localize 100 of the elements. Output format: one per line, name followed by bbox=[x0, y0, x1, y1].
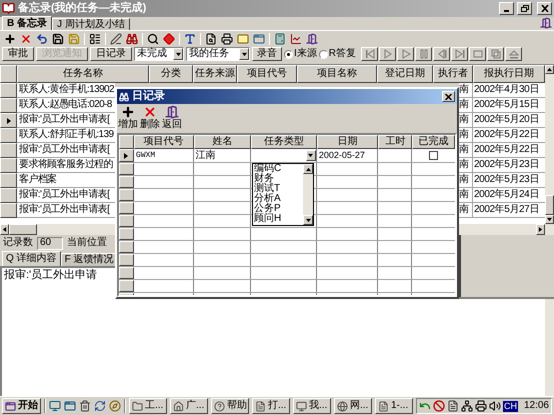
radio-button[interactable] bbox=[284, 50, 293, 58]
up-arrow-icon bbox=[547, 67, 552, 72]
toolbar-button[interactable]: 审批 bbox=[2, 47, 34, 61]
window-icon[interactable] bbox=[253, 32, 265, 44]
column-header[interactable]: 日期 bbox=[316, 135, 378, 149]
door-icon[interactable] bbox=[540, 17, 552, 29]
radio-label: R答复 bbox=[328, 49, 356, 59]
text-icon[interactable] bbox=[184, 32, 196, 44]
record-count-field: 60 bbox=[37, 236, 63, 250]
start-button[interactable]: 开始 bbox=[2, 398, 41, 414]
dialog-title: 日记录 bbox=[132, 91, 165, 102]
column-header[interactable]: 报执行日期 bbox=[473, 65, 545, 83]
clock: 12:06 bbox=[524, 401, 549, 411]
scrollbar-thumb[interactable] bbox=[545, 195, 554, 215]
scroll-arrow-button[interactable] bbox=[0, 224, 9, 235]
minimize-button[interactable] bbox=[499, 2, 514, 15]
row-pointer-icon bbox=[6, 118, 12, 124]
help-icon bbox=[214, 400, 225, 412]
column-header[interactable]: 项目名称 bbox=[297, 65, 377, 83]
column-header[interactable]: 姓名 bbox=[194, 135, 252, 149]
text-area[interactable]: 报审:'员工外出申请 bbox=[0, 266, 115, 299]
radio-label: I来源 bbox=[294, 49, 317, 59]
taskbar-button[interactable]: 网... bbox=[334, 398, 372, 414]
record-button[interactable]: 录音 bbox=[252, 47, 282, 61]
add-tool-button[interactable]: 增加 bbox=[118, 105, 138, 130]
play-icon bbox=[400, 48, 412, 60]
column-header[interactable]: 工时 bbox=[378, 135, 412, 149]
delete-tool-button[interactable]: 删除 bbox=[140, 105, 160, 130]
column-header[interactable]: 登记日期 bbox=[377, 65, 433, 83]
dropdown-field[interactable]: 未完成 bbox=[134, 47, 184, 61]
toolbar-button[interactable]: 日记录 bbox=[90, 47, 132, 61]
taskbar-button[interactable]: 我... bbox=[293, 398, 331, 414]
network-icon bbox=[461, 400, 473, 412]
tab[interactable]: J 周计划及小结 bbox=[52, 18, 130, 30]
undo-icon[interactable] bbox=[36, 32, 48, 44]
column-header[interactable]: 项目代号 bbox=[237, 65, 297, 83]
taskbar-button[interactable]: 1-... bbox=[375, 398, 413, 414]
scrollbar-thumb[interactable] bbox=[9, 224, 37, 235]
refresh-icon[interactable] bbox=[94, 400, 106, 412]
column-header[interactable]: 项目代号 bbox=[134, 135, 194, 149]
cross-icon[interactable] bbox=[20, 32, 32, 44]
taskbar-button[interactable]: 打... bbox=[252, 398, 290, 414]
window-title: 备忘录(我的任务—未完成) bbox=[18, 3, 146, 14]
close-button[interactable] bbox=[537, 2, 552, 15]
language-indicator[interactable]: CH bbox=[503, 400, 518, 412]
taskbar-button[interactable]: 工... bbox=[129, 398, 167, 414]
list-option[interactable]: 测试T bbox=[254, 184, 303, 194]
line-chart-icon[interactable] bbox=[290, 32, 302, 44]
scroll-arrow-button[interactable] bbox=[303, 164, 313, 174]
list-option[interactable]: 分析A bbox=[254, 194, 303, 204]
notebook-icon bbox=[2, 2, 15, 15]
prev-icon bbox=[436, 48, 448, 60]
back-tool-button[interactable]: 返回 bbox=[162, 105, 182, 130]
restore-button[interactable] bbox=[517, 2, 532, 15]
compass-icon[interactable] bbox=[109, 400, 121, 412]
scroll-arrow-button[interactable] bbox=[545, 215, 554, 224]
calculator-icon[interactable] bbox=[274, 32, 286, 44]
taskbar-button[interactable]: 帮助 bbox=[211, 398, 249, 414]
table-cell-text: 2002年5月15日 bbox=[473, 98, 540, 112]
last-icon bbox=[454, 48, 466, 60]
monitor-icon[interactable] bbox=[49, 400, 61, 412]
tab[interactable]: B 备忘录 bbox=[2, 16, 52, 30]
list-option[interactable]: 顾问H bbox=[254, 214, 303, 224]
row-pointer-icon bbox=[123, 152, 130, 158]
list-option[interactable]: 公务P bbox=[254, 204, 303, 214]
frame-icon bbox=[472, 48, 484, 60]
tab[interactable]: Q 详细内容 bbox=[2, 251, 61, 266]
window-icon[interactable] bbox=[64, 400, 76, 412]
scroll-arrow-button[interactable] bbox=[545, 65, 554, 74]
taskbar-button[interactable]: 广... bbox=[170, 398, 208, 414]
scroll-arrow-button[interactable] bbox=[536, 224, 545, 235]
column-header[interactable]: 已完成 bbox=[412, 135, 455, 149]
column-header[interactable]: 任务来源 bbox=[193, 65, 237, 83]
column-header[interactable]: 执行者 bbox=[433, 65, 473, 83]
door-icon[interactable] bbox=[306, 32, 318, 44]
plus-icon[interactable] bbox=[4, 32, 16, 44]
printer-icon[interactable] bbox=[221, 32, 233, 44]
search-icon[interactable] bbox=[147, 32, 159, 44]
list-option[interactable]: 财务 bbox=[254, 174, 303, 184]
trash-icon[interactable] bbox=[79, 400, 91, 412]
scroll-arrow-button[interactable] bbox=[303, 215, 313, 225]
table-cell-text: 2002年5月23日 bbox=[473, 158, 540, 172]
next-icon bbox=[382, 48, 394, 60]
close-button[interactable] bbox=[442, 91, 455, 102]
binoculars-icon[interactable] bbox=[126, 32, 138, 44]
tab[interactable]: F 返馈情况 bbox=[60, 253, 118, 266]
column-header[interactable]: 任务类型 bbox=[251, 135, 317, 149]
radio-button[interactable] bbox=[318, 50, 328, 58]
list-icon[interactable] bbox=[89, 32, 101, 44]
pen-icon[interactable] bbox=[110, 32, 122, 44]
file-search-icon[interactable] bbox=[205, 32, 217, 44]
document-icon bbox=[447, 400, 459, 412]
checkbox[interactable] bbox=[429, 151, 438, 160]
dropdown-field[interactable]: 我的任务 bbox=[186, 47, 250, 61]
caret-icon bbox=[176, 52, 180, 56]
column-header[interactable]: 分类 bbox=[149, 65, 193, 83]
column-header[interactable]: 任务名称 bbox=[17, 65, 149, 83]
floppy-icon[interactable] bbox=[52, 32, 64, 44]
diamond-icon[interactable] bbox=[163, 32, 175, 44]
window-icon bbox=[5, 400, 16, 412]
